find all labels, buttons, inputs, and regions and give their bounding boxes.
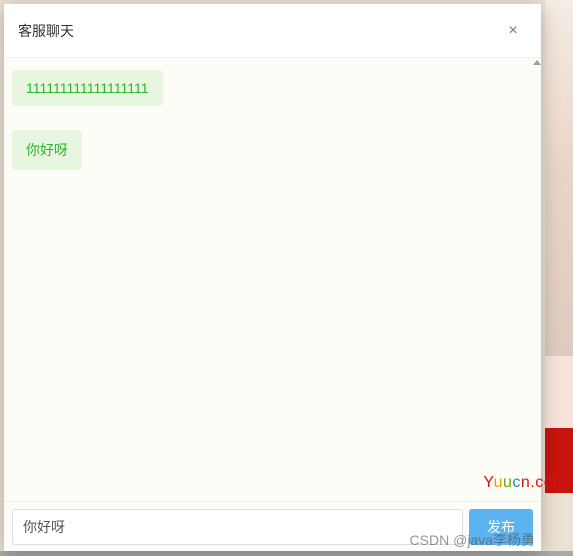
chat-modal: 客服聊天 × 111111111111111111 你好呀 发布 [4, 4, 541, 551]
modal-header: 客服聊天 × [4, 4, 541, 58]
modal-title: 客服聊天 [18, 21, 74, 41]
message-input[interactable] [12, 509, 463, 545]
background-decor [545, 428, 573, 493]
background-decor [0, 551, 573, 556]
chat-message: 111111111111111111 [12, 70, 163, 106]
background-decor [545, 0, 573, 356]
close-button[interactable]: × [499, 17, 527, 45]
close-icon: × [508, 22, 517, 40]
background-decor [545, 356, 573, 428]
send-button[interactable]: 发布 [469, 509, 533, 545]
message-row: 111111111111111111 [12, 70, 533, 130]
scroll-up-icon [533, 60, 541, 65]
chat-message: 你好呀 [12, 130, 82, 170]
scrollbar[interactable] [534, 58, 541, 501]
input-bar: 发布 [4, 501, 541, 551]
chat-message-area[interactable]: 111111111111111111 你好呀 [4, 58, 541, 501]
message-row: 你好呀 [12, 130, 533, 194]
